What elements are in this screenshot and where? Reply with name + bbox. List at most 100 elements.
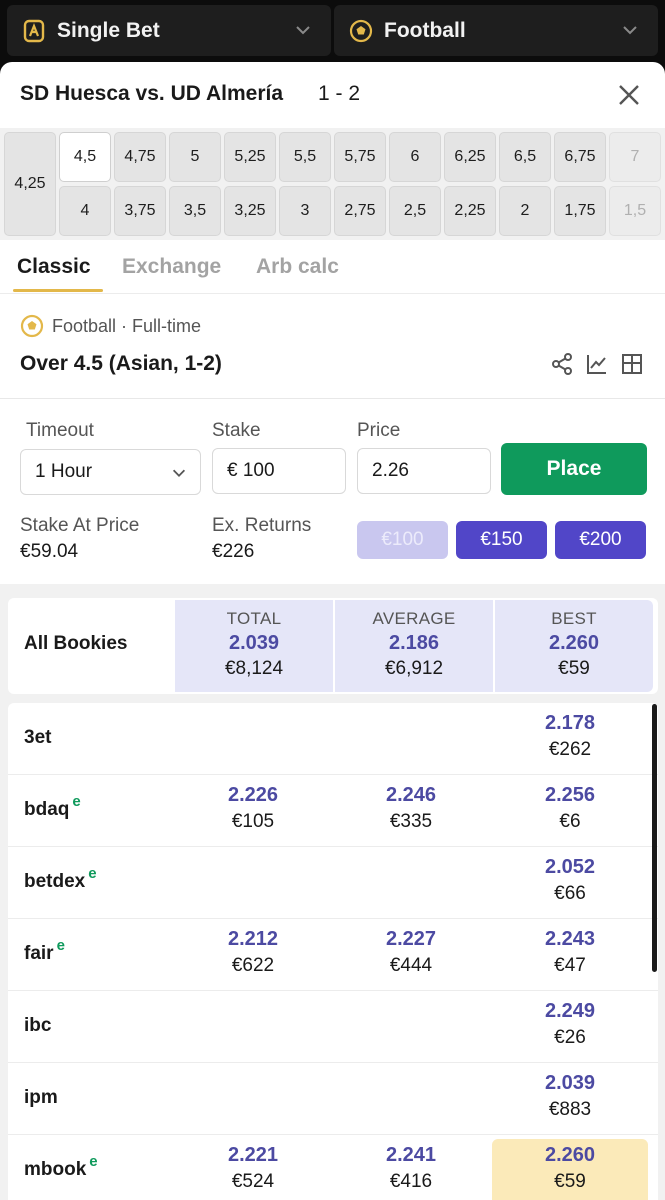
bookie-row[interactable]: bdaq e 2.226 €105 2.246 €335 2.256 €6 bbox=[8, 775, 658, 847]
odds-price: 2.243 bbox=[544, 928, 596, 950]
place-button[interactable]: Place bbox=[501, 443, 647, 495]
handicap-cell[interactable]: 3 bbox=[279, 186, 331, 236]
handicap-cell[interactable]: 3,5 bbox=[169, 186, 221, 236]
view-tabs: Classic Exchange Arb calc bbox=[0, 240, 665, 294]
odds-cell[interactable]: 2.212 €622 bbox=[175, 928, 331, 977]
odds-cell[interactable] bbox=[333, 1000, 489, 1004]
handicap-cell[interactable]: 2,5 bbox=[389, 186, 441, 236]
odds-cell[interactable]: 2.241 €416 bbox=[333, 1144, 489, 1193]
odds-cell[interactable]: 2.052 €66 bbox=[492, 856, 648, 905]
handicap-cell[interactable]: 2,25 bbox=[444, 186, 496, 236]
odds-stake: €444 bbox=[389, 955, 433, 976]
odds-cell[interactable] bbox=[175, 712, 331, 716]
share-icon[interactable] bbox=[550, 352, 574, 376]
odds-price: 2.178 bbox=[544, 712, 596, 734]
odds-price: 2.221 bbox=[227, 1144, 279, 1166]
stake-input[interactable]: € 100 bbox=[212, 448, 346, 494]
handicap-cell[interactable]: 4,75 bbox=[114, 132, 166, 182]
odds-price: 2.246 bbox=[385, 784, 437, 806]
chart-icon[interactable] bbox=[585, 352, 609, 376]
sport-label: Football bbox=[384, 18, 466, 42]
bet-type-label: Single Bet bbox=[57, 18, 160, 42]
handicap-cell[interactable]: 2,75 bbox=[334, 186, 386, 236]
close-icon[interactable] bbox=[616, 82, 642, 108]
exchange-badge: e bbox=[89, 1153, 98, 1170]
handicap-cell[interactable]: 5,5 bbox=[279, 132, 331, 182]
column-header: AVERAGE bbox=[372, 609, 456, 628]
handicap-cell[interactable]: 3,75 bbox=[114, 186, 166, 236]
odds-cell[interactable]: 2.221 €524 bbox=[175, 1144, 331, 1193]
handicap-cell[interactable]: 4 bbox=[59, 186, 111, 236]
scrollbar[interactable] bbox=[652, 704, 657, 972]
bookie-name: 3et bbox=[24, 727, 52, 748]
handicap-cell[interactable]: 6,75 bbox=[554, 132, 606, 182]
handicap-cell[interactable]: 2 bbox=[499, 186, 551, 236]
price-input[interactable]: 2.26 bbox=[357, 448, 491, 494]
odds-cell[interactable] bbox=[175, 1072, 331, 1076]
odds-price: 2.052 bbox=[544, 856, 596, 878]
stake-label: Stake bbox=[212, 420, 261, 441]
handicap-cell[interactable]: 1,75 bbox=[554, 186, 606, 236]
quick-stake-button[interactable]: €150 bbox=[456, 521, 547, 559]
bookie-name: bdaq e bbox=[24, 793, 81, 820]
odds-cell[interactable]: 2.226 €105 bbox=[175, 784, 331, 833]
exchange-badge: e bbox=[88, 865, 97, 882]
quick-stake-button[interactable]: €100 bbox=[357, 521, 448, 559]
market-tools bbox=[550, 352, 644, 376]
summary-stake: €59 bbox=[558, 658, 590, 679]
handicap-cell[interactable]: 5,75 bbox=[334, 132, 386, 182]
tab-arb-calc[interactable]: Arb calc bbox=[256, 255, 339, 279]
handicap-cell[interactable]: 6,25 bbox=[444, 132, 496, 182]
price-input-value: 2.26 bbox=[372, 460, 409, 481]
odds-cell[interactable] bbox=[333, 1072, 489, 1076]
handicap-cell[interactable]: 3,25 bbox=[224, 186, 276, 236]
odds-stake: €524 bbox=[231, 1171, 275, 1192]
chevron-down-icon bbox=[293, 20, 313, 40]
odds-cell[interactable] bbox=[333, 856, 489, 860]
summary-stake: €8,124 bbox=[224, 658, 284, 679]
odds-cell[interactable]: 2.178 €262 bbox=[492, 712, 648, 761]
odds-cell[interactable] bbox=[175, 856, 331, 860]
quick-stake-button[interactable]: €200 bbox=[555, 521, 646, 559]
handicap-cell[interactable]: 5,25 bbox=[224, 132, 276, 182]
sport-dropdown[interactable]: Football bbox=[334, 5, 658, 56]
odds-cell[interactable]: 2.246 €335 bbox=[333, 784, 489, 833]
handicap-cell[interactable]: 5 bbox=[169, 132, 221, 182]
tab-classic[interactable]: Classic bbox=[17, 255, 91, 279]
summary-price: 2.260 bbox=[548, 632, 600, 654]
bet-slip-icon bbox=[21, 18, 47, 44]
column-header: TOTAL bbox=[226, 609, 282, 628]
handicap-cell[interactable]: 1,5 bbox=[609, 186, 661, 236]
stake-at-price-value: €59.04 bbox=[20, 541, 79, 562]
bookie-row[interactable]: fair e 2.212 €622 2.227 €444 2.243 €47 bbox=[8, 919, 658, 991]
bookie-name: betdex e bbox=[24, 865, 97, 892]
bookie-row[interactable]: 3et 2.178 €262 bbox=[8, 703, 658, 775]
handicap-cell-selected[interactable]: 4,5 bbox=[59, 132, 111, 182]
bookies-summary: All Bookies TOTAL 2.039 €8,124 AVERAGE 2… bbox=[8, 598, 658, 694]
bet-type-dropdown[interactable]: Single Bet bbox=[7, 5, 331, 56]
odds-cell[interactable]: 2.256 €6 bbox=[492, 784, 648, 833]
best-odds-cell[interactable]: 2.260 €59 bbox=[492, 1139, 648, 1200]
handicap-cell[interactable]: 7 bbox=[609, 132, 661, 182]
handicap-cell[interactable]: 6,5 bbox=[499, 132, 551, 182]
bookie-row[interactable]: ibc 2.249 €26 bbox=[8, 991, 658, 1063]
bookie-row[interactable]: ipm 2.039 €883 bbox=[8, 1063, 658, 1135]
odds-stake: €66 bbox=[554, 883, 586, 904]
odds-cell[interactable]: 2.249 €26 bbox=[492, 1000, 648, 1049]
odds-cell[interactable]: 2.243 €47 bbox=[492, 928, 648, 977]
odds-stake: €105 bbox=[231, 811, 275, 832]
odds-cell[interactable] bbox=[333, 712, 489, 716]
stake-at-price-label: Stake At Price bbox=[20, 515, 140, 536]
timeout-value: 1 Hour bbox=[35, 461, 93, 482]
odds-cell[interactable] bbox=[175, 1000, 331, 1004]
handicap-cell[interactable]: 4,25 bbox=[4, 132, 56, 236]
bookie-row[interactable]: mbook e 2.221 €524 2.241 €416 2.260 €59 bbox=[8, 1135, 658, 1200]
odds-cell[interactable]: 2.227 €444 bbox=[333, 928, 489, 977]
table-icon[interactable] bbox=[620, 352, 644, 376]
handicap-cell[interactable]: 6 bbox=[389, 132, 441, 182]
odds-cell[interactable]: 2.039 €883 bbox=[492, 1072, 648, 1121]
bookie-row[interactable]: betdex e 2.052 €66 bbox=[8, 847, 658, 919]
tab-exchange[interactable]: Exchange bbox=[122, 255, 221, 279]
chevron-down-icon bbox=[170, 464, 188, 482]
timeout-select[interactable]: 1 Hour bbox=[20, 449, 201, 495]
